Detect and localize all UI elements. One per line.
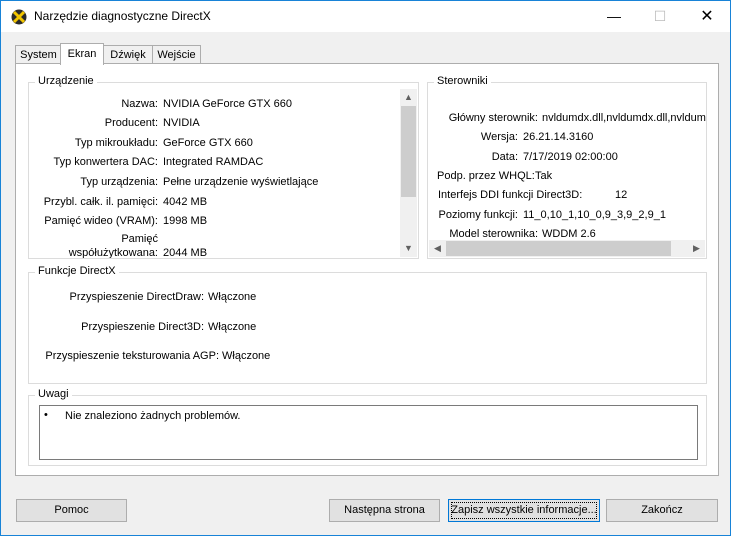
- device-manufacturer-label: Producent:: [104, 117, 158, 129]
- vram-label: Pamięć wideo (VRAM):: [44, 215, 158, 227]
- scroll-up-arrow-icon[interactable]: ▲: [400, 89, 417, 106]
- scroll-right-arrow-icon[interactable]: ▶: [688, 240, 705, 257]
- dac-type-label: Typ konwertera DAC:: [53, 156, 158, 168]
- direct3d-label: Przyspieszenie Direct3D:: [81, 321, 204, 333]
- notes-title: Uwagi: [35, 388, 72, 400]
- main-driver-label: Główny sterownik:: [448, 112, 538, 124]
- device-scrollbar-thumb[interactable]: [401, 106, 416, 197]
- scroll-left-arrow-icon[interactable]: ◀: [429, 240, 446, 257]
- total-memory-label: Przybl. całk. il. pamięci:: [43, 196, 158, 208]
- agp-texture-label: Przyspieszenie teksturowania AGP:: [45, 350, 219, 362]
- close-button[interactable]: ✕: [684, 1, 730, 32]
- device-vertical-scrollbar[interactable]: ▲ ▼: [400, 89, 417, 257]
- tab-sound[interactable]: Dźwięk: [103, 45, 153, 64]
- driver-date-label: Data:: [491, 151, 518, 163]
- directdraw-label: Przyspieszenie DirectDraw:: [69, 291, 204, 303]
- drivers-group: Sterowniki Główny sterownik: nvldumdx.dl…: [427, 75, 707, 259]
- driver-date-value: 7/17/2019 02:00:00: [523, 151, 618, 163]
- driver-version-value: 26.21.14.3160: [523, 131, 594, 143]
- next-page-button[interactable]: Następna strona: [329, 499, 440, 522]
- notes-bullet: •: [44, 409, 48, 421]
- device-type-value: Pełne urządzenie wyświetlające: [163, 176, 319, 188]
- directdraw-value: Włączone: [208, 291, 257, 303]
- focus-rectangle: [451, 502, 597, 519]
- title-bar[interactable]: Narzędzie diagnostyczne DirectX — ☐ ✕: [1, 1, 730, 32]
- driver-version-label: Wersja:: [480, 131, 518, 143]
- exit-button[interactable]: Zakończ: [606, 499, 718, 522]
- dac-type-value: Integrated RAMDAC: [163, 156, 264, 168]
- ddi-value: 12: [615, 189, 628, 201]
- chip-type-label: Typ mikroukładu:: [74, 137, 158, 149]
- feature-levels-value: 11_0,10_1,10_0,9_3,9_2,9_1: [523, 209, 666, 221]
- help-button[interactable]: Pomoc: [16, 499, 127, 522]
- device-manufacturer-value: NVIDIA: [163, 117, 200, 129]
- directx-icon: [11, 9, 27, 25]
- feature-levels-label: Poziomy funkcji:: [438, 209, 518, 221]
- notes-item: Nie znaleziono żadnych problemów.: [65, 410, 241, 422]
- driver-model-label: Model sterownika:: [449, 228, 538, 240]
- whql-value: Tak: [535, 170, 553, 182]
- shared-memory-value: 2044 MB: [163, 247, 208, 258]
- window-title: Narzędzie diagnostyczne DirectX: [34, 9, 211, 23]
- directx-features-group: Funkcje DirectX Przyspieszenie DirectDra…: [28, 265, 707, 384]
- minimize-button[interactable]: —: [591, 1, 637, 32]
- scroll-down-arrow-icon[interactable]: ▼: [400, 240, 417, 257]
- vram-value: 1998 MB: [163, 215, 208, 227]
- ddi-label: Interfejs DDI funkcji Direct3D:: [438, 189, 583, 201]
- driver-model-value: WDDM 2.6: [542, 228, 596, 240]
- whql-label: Podp. przez WHQL:: [437, 170, 535, 182]
- chip-type-value: GeForce GTX 660: [163, 137, 253, 149]
- dxdiag-window: Narzędzie diagnostyczne DirectX — ☐ ✕ Sy…: [0, 0, 731, 536]
- shared-memory-label-line2: współużytkowana:: [68, 247, 158, 258]
- drivers-scrollbar-thumb[interactable]: [446, 241, 671, 256]
- drivers-list[interactable]: Główny sterownik: nvldumdx.dll,nvldumdx.…: [428, 83, 706, 240]
- device-group: Urządzenie Nazwa: NVIDIA GeForce GTX 660…: [28, 75, 419, 259]
- notes-textbox[interactable]: • Nie znaleziono żadnych problemów.: [39, 405, 698, 460]
- save-all-info-button[interactable]: Zapisz wszystkie informacje...: [448, 499, 600, 522]
- tab-display[interactable]: Ekran: [60, 43, 104, 65]
- device-list[interactable]: Nazwa: NVIDIA GeForce GTX 660 Producent:…: [29, 83, 400, 258]
- agp-texture-value: Włączone: [222, 350, 271, 362]
- device-type-label: Typ urządzenia:: [80, 176, 158, 188]
- shared-memory-label-line1: Pamięć: [121, 233, 158, 245]
- maximize-button[interactable]: ☐: [637, 1, 683, 32]
- drivers-horizontal-scrollbar[interactable]: ◀ ▶: [429, 240, 705, 257]
- device-name-label: Nazwa:: [121, 98, 158, 110]
- main-driver-value: nvldumdx.dll,nvldumdx.dll,nvldumdx: [542, 112, 706, 124]
- total-memory-value: 4042 MB: [163, 196, 208, 208]
- tab-system[interactable]: System: [15, 45, 62, 64]
- device-name-value: NVIDIA GeForce GTX 660: [163, 98, 292, 110]
- tab-input[interactable]: Wejście: [152, 45, 201, 64]
- direct3d-value: Włączone: [208, 321, 257, 333]
- directx-features-title: Funkcje DirectX: [35, 265, 119, 277]
